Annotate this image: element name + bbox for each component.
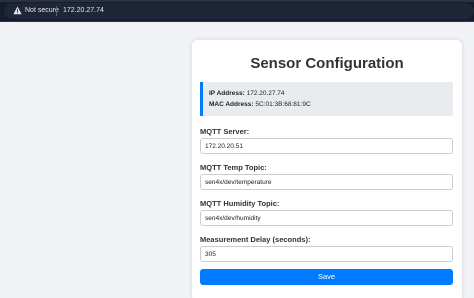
mqtt-temp-topic-label: MQTT Temp Topic: <box>200 163 267 172</box>
measurement-delay-input[interactable] <box>200 246 453 262</box>
toolbar-divider <box>0 21 474 22</box>
ip-address-value: 172.20.27.74 <box>246 90 285 97</box>
ip-address-row: IP Address: 172.20.27.74 <box>209 89 285 98</box>
measurement-delay-label: Measurement Delay (seconds): <box>200 235 311 244</box>
omnibox-divider <box>56 6 57 16</box>
save-button[interactable]: Save <box>200 269 453 285</box>
mqtt-humidity-topic-label: MQTT Humidity Topic: <box>200 199 280 208</box>
mac-address-label: MAC Address: <box>209 101 254 108</box>
mac-address-row: MAC Address: 5C:01:3B:68:81:9C <box>209 100 311 109</box>
page-title: Sensor Configuration <box>250 55 404 72</box>
mqtt-server-input[interactable] <box>200 138 453 154</box>
mqtt-temp-topic-input[interactable] <box>200 174 453 190</box>
warning-icon[interactable] <box>13 6 22 15</box>
browser-address-bar: Not secure 172.20.27.74 <box>0 0 474 22</box>
url-text[interactable]: 172.20.27.74 <box>63 5 104 16</box>
not-secure-label[interactable]: Not secure <box>25 5 59 16</box>
mac-address-value: 5C:01:3B:68:81:9C <box>255 101 311 108</box>
mqtt-humidity-topic-input[interactable] <box>200 210 453 226</box>
mqtt-server-label: MQTT Server: <box>200 127 250 136</box>
device-info-box: IP Address: 172.20.27.74 MAC Address: 5C… <box>200 82 453 116</box>
tab-strip-edge <box>0 0 474 2</box>
ip-address-label: IP Address: <box>209 90 245 97</box>
